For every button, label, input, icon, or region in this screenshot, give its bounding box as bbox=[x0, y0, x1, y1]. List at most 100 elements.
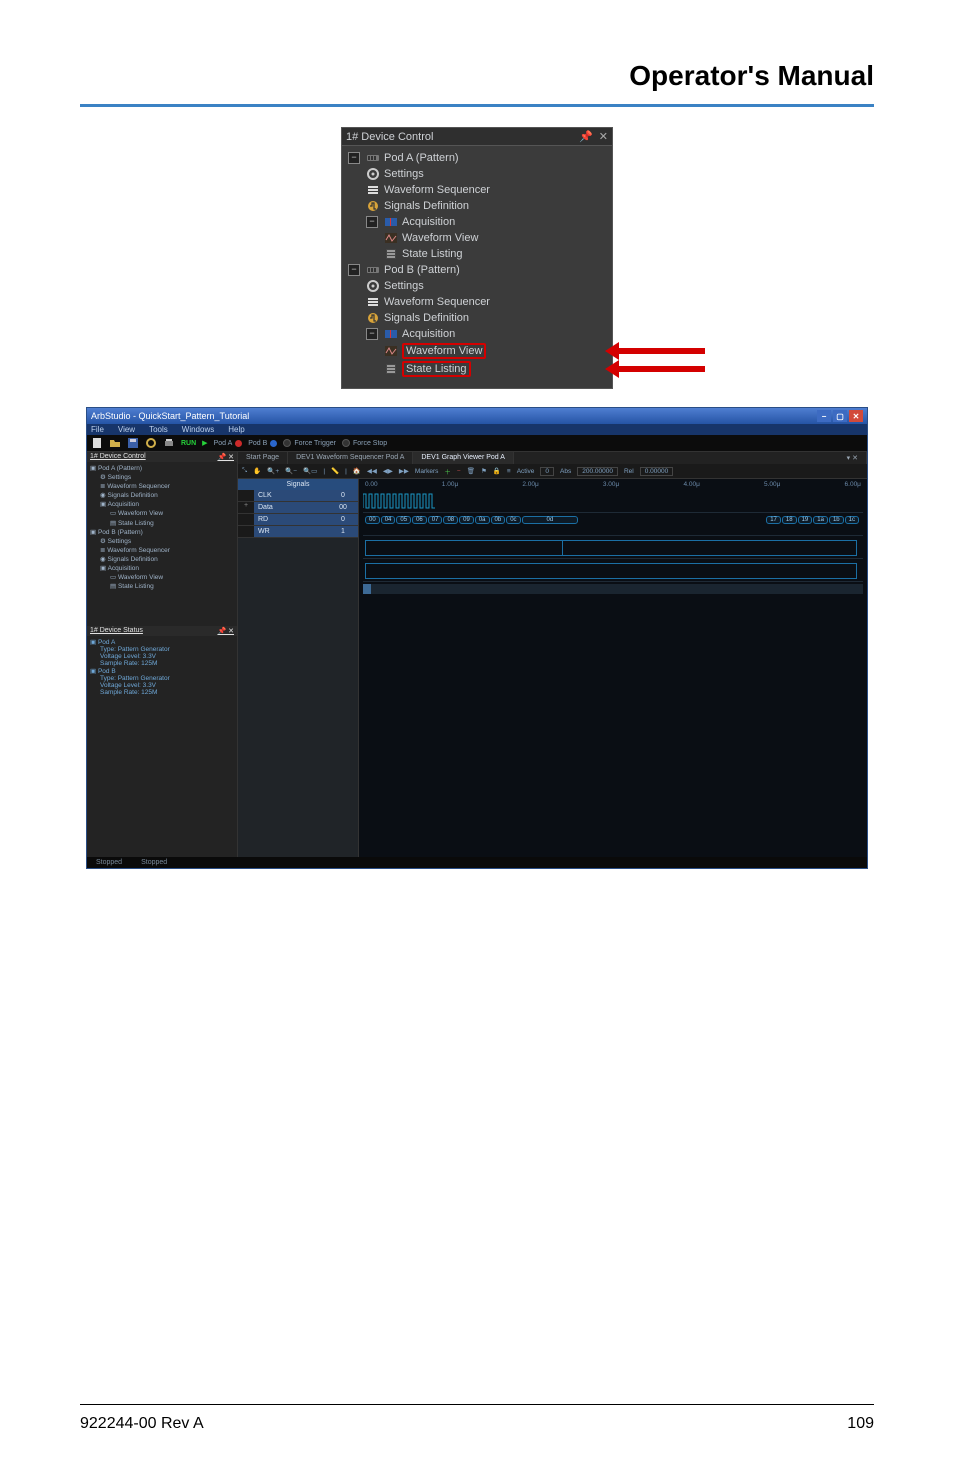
open-icon[interactable] bbox=[109, 437, 121, 449]
waveform-sequencer-node[interactable]: ≣ Waveform Sequencer bbox=[90, 482, 234, 491]
run-play-icon[interactable]: ▶ bbox=[202, 439, 207, 447]
add-signal-button[interactable]: + bbox=[238, 502, 254, 513]
acquisition-node[interactable]: − Acquisition bbox=[348, 214, 610, 230]
time-tick: 6.00μ bbox=[845, 481, 861, 488]
zoom-region-icon[interactable]: 🔍▭ bbox=[303, 467, 317, 475]
minimize-button[interactable]: − bbox=[817, 410, 831, 422]
signals-definition-node[interactable]: ◉ Signals Definition bbox=[90, 555, 234, 564]
acquisition-node[interactable]: ▣ Acquisition bbox=[90, 564, 234, 573]
save-icon[interactable] bbox=[127, 437, 139, 449]
fit-icon[interactable]: ◀▶ bbox=[383, 467, 393, 475]
state-listing-node[interactable]: ▤ State Listing bbox=[90, 582, 234, 591]
tab-start-page[interactable]: Start Page bbox=[238, 452, 288, 464]
hex-value: 1a bbox=[813, 516, 828, 524]
marker-add-icon[interactable]: ＋ bbox=[444, 466, 451, 476]
menu-windows[interactable]: Windows bbox=[182, 425, 214, 434]
state-listing-node[interactable]: ▤ State Listing bbox=[90, 519, 234, 528]
status-type: Type: Pattern Generator bbox=[90, 675, 234, 682]
state-listing-node-highlighted[interactable]: State Listing bbox=[348, 360, 610, 378]
settings-node[interactable]: ⚙ Settings bbox=[90, 537, 234, 546]
signals-definition-node[interactable]: ◉ Signals Definition bbox=[90, 491, 234, 500]
marker-flag-icon[interactable]: ⚑ bbox=[481, 467, 487, 475]
marker-del-icon[interactable]: − bbox=[457, 468, 461, 475]
settings-icon[interactable] bbox=[145, 437, 157, 449]
panel-pinclose[interactable]: 📌 ✕ bbox=[217, 627, 234, 635]
waveform-view-node[interactable]: Waveform View bbox=[348, 230, 610, 246]
marker-misc-icon[interactable]: ≡ bbox=[507, 468, 511, 475]
tab-overflow[interactable]: ▾ ✕ bbox=[839, 452, 867, 464]
active-value[interactable]: 0 bbox=[540, 467, 554, 476]
menu-view[interactable]: View bbox=[118, 425, 135, 434]
force-trigger-button[interactable]: Force Trigger bbox=[283, 439, 336, 447]
waveform-view-node[interactable]: ▭ Waveform View bbox=[90, 509, 234, 518]
pod-a-node[interactable]: − Pod A (Pattern) bbox=[348, 150, 610, 166]
waveform-sequencer-label: Waveform Sequencer bbox=[384, 296, 490, 308]
scrollbar-thumb[interactable] bbox=[363, 584, 371, 594]
acquisition-node[interactable]: − Acquisition bbox=[348, 326, 610, 342]
close-button[interactable]: ✕ bbox=[849, 410, 863, 422]
pod-b-node[interactable]: ▣ Pod B (Pattern) bbox=[90, 528, 234, 537]
expander-icon[interactable]: − bbox=[348, 152, 360, 164]
waveform-sequencer-node[interactable]: Waveform Sequencer bbox=[348, 294, 610, 310]
menu-tools[interactable]: Tools bbox=[149, 425, 168, 434]
pod-a-indicator[interactable]: Pod A bbox=[214, 440, 243, 447]
measure-icon[interactable]: 📏 bbox=[331, 467, 339, 475]
marker-clear-icon[interactable]: 🗑 bbox=[467, 467, 475, 475]
tab-graph-viewer[interactable]: DEV1 Graph Viewer Pod A bbox=[413, 452, 514, 464]
close-icon[interactable]: ✕ bbox=[599, 130, 608, 143]
pod-a-node[interactable]: ▣ Pod A (Pattern) bbox=[90, 464, 234, 473]
signal-row-rd[interactable]: RD 0 bbox=[238, 514, 358, 526]
force-stop-button[interactable]: Force Stop bbox=[342, 439, 387, 447]
waveform-sequencer-node[interactable]: ≣ Waveform Sequencer bbox=[90, 546, 234, 555]
hex-value: 1c bbox=[845, 516, 859, 524]
rel-value[interactable]: 0.00000 bbox=[640, 467, 674, 476]
settings-node[interactable]: Settings bbox=[348, 278, 610, 294]
pod-b-node[interactable]: − Pod B (Pattern) bbox=[348, 262, 610, 278]
tab-waveform-sequencer[interactable]: DEV1 Waveform Sequencer Pod A bbox=[288, 452, 413, 464]
state-listing-node[interactable]: State Listing bbox=[348, 246, 610, 262]
marker-lock-icon[interactable]: 🔒 bbox=[493, 467, 501, 475]
menu-help[interactable]: Help bbox=[228, 425, 244, 434]
waveform-area[interactable]: 0.00 1.00μ 2.00μ 3.00μ 4.00μ 5.00μ 6.00μ bbox=[359, 479, 867, 857]
waveform-view-label: Waveform View bbox=[402, 232, 478, 244]
horizontal-scrollbar[interactable] bbox=[363, 584, 863, 594]
waveform-data: 00 04 05 06 07 08 09 0a 0b 0c 0d bbox=[363, 513, 863, 536]
print-icon[interactable] bbox=[163, 437, 175, 449]
cursor-icon[interactable]: ⤡ bbox=[242, 467, 247, 475]
expander-icon[interactable]: − bbox=[366, 328, 378, 340]
home-icon[interactable]: 🏠 bbox=[353, 467, 361, 475]
zoom-out-icon[interactable]: 🔍− bbox=[285, 467, 297, 475]
signal-row-clk[interactable]: CLK 0 bbox=[238, 490, 358, 502]
acquisition-node[interactable]: ▣ Acquisition bbox=[90, 500, 234, 509]
panel-pinclose[interactable]: 📌 ✕ bbox=[217, 453, 234, 461]
prev-icon[interactable]: ◀◀ bbox=[367, 467, 377, 475]
signals-icon bbox=[366, 311, 380, 325]
waveform-sequencer-node[interactable]: Waveform Sequencer bbox=[348, 182, 610, 198]
device-control-titlebar: 1# Device Control 📌 ✕ bbox=[342, 128, 612, 146]
signal-row-data[interactable]: + Data 00 bbox=[238, 502, 358, 514]
maximize-button[interactable]: ▢ bbox=[833, 410, 847, 422]
trigger-dot-icon bbox=[283, 439, 291, 447]
new-icon[interactable] bbox=[91, 437, 103, 449]
settings-label: Settings bbox=[384, 168, 424, 180]
pod-b-indicator[interactable]: Pod B bbox=[248, 440, 277, 447]
menu-bar: File View Tools Windows Help bbox=[87, 424, 867, 435]
waveform-view-node[interactable]: ▭ Waveform View bbox=[90, 573, 234, 582]
settings-node[interactable]: Settings bbox=[348, 166, 610, 182]
next-icon[interactable]: ▶▶ bbox=[399, 467, 409, 475]
waveform-view-node-highlighted[interactable]: Waveform View bbox=[348, 342, 610, 360]
expander-icon[interactable]: − bbox=[348, 264, 360, 276]
status-pod-a[interactable]: ▣ Pod A bbox=[90, 638, 234, 646]
abs-value[interactable]: 200.00000 bbox=[577, 467, 618, 476]
status-pod-b[interactable]: ▣ Pod B bbox=[90, 667, 234, 675]
signal-row-wr[interactable]: WR 1 bbox=[238, 526, 358, 538]
signals-definition-node[interactable]: Signals Definition bbox=[348, 198, 610, 214]
signals-definition-node[interactable]: Signals Definition bbox=[348, 310, 610, 326]
settings-node[interactable]: ⚙ Settings bbox=[90, 473, 234, 482]
run-button[interactable]: RUN bbox=[181, 440, 196, 447]
hand-icon[interactable]: ✋ bbox=[253, 467, 261, 475]
pin-icon[interactable]: 📌 bbox=[579, 130, 593, 143]
zoom-in-icon[interactable]: 🔍+ bbox=[267, 467, 279, 475]
menu-file[interactable]: File bbox=[91, 425, 104, 434]
expander-icon[interactable]: − bbox=[366, 216, 378, 228]
